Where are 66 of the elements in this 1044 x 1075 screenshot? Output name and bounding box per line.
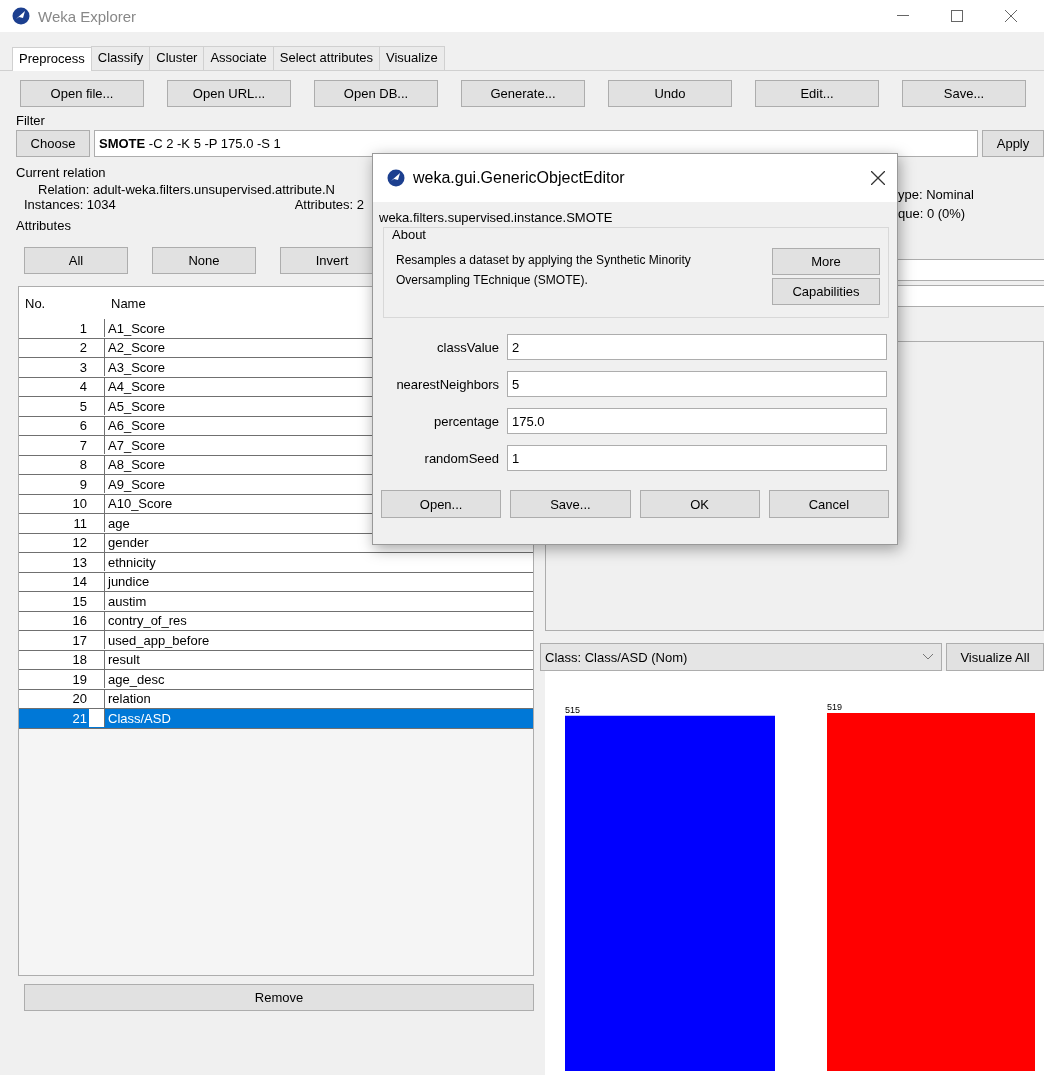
window-title: Weka Explorer xyxy=(38,7,138,25)
tab[interactable]: Visualize xyxy=(379,46,445,70)
maximize-icon[interactable] xyxy=(951,10,963,22)
group-label: Attributes xyxy=(16,218,71,235)
bar-count-label: 515 xyxy=(565,704,581,715)
close-icon[interactable] xyxy=(1005,10,1017,22)
toolbar-button[interactable]: Edit... xyxy=(755,80,879,107)
class-name-text: weka.filters.supervised.instance.SMOTE xyxy=(378,209,614,225)
attribute-row[interactable]: 18 result xyxy=(19,650,533,670)
close-icon[interactable] xyxy=(871,171,885,185)
about-button[interactable]: More xyxy=(772,248,880,275)
dialog-button[interactable]: Open... xyxy=(381,490,502,518)
choose-button[interactable]: Choose xyxy=(16,130,90,157)
property-label: nearestNeighbors xyxy=(395,376,499,392)
toolbar-button[interactable]: Open file... xyxy=(20,80,144,107)
apply-button[interactable]: Apply xyxy=(982,130,1044,157)
checkbox[interactable] xyxy=(89,709,105,728)
property-label: classValue xyxy=(436,339,499,355)
attribute-row[interactable]: 14 jundice xyxy=(19,572,533,592)
dialog-button[interactable]: OK xyxy=(639,490,760,518)
attribute-row[interactable]: 13 ethnicity xyxy=(19,553,533,573)
attribute-row[interactable]: 19 age_desc xyxy=(19,670,533,690)
group-label: Current relation xyxy=(16,165,106,182)
group-label: About xyxy=(392,227,427,242)
tab[interactable]: Preprocess xyxy=(12,47,92,71)
bird-logo-icon xyxy=(12,7,30,25)
bird-logo-icon xyxy=(387,169,405,187)
dialog-button[interactable]: Cancel xyxy=(768,490,889,518)
tab[interactable]: Select attributes xyxy=(272,46,381,70)
about-button[interactable]: Capabilities xyxy=(772,278,880,305)
chevron-down-icon xyxy=(923,654,933,660)
unique-text: que: 0 (0%) xyxy=(898,206,967,221)
toolbar-button[interactable]: Generate... xyxy=(461,80,585,107)
group-label: Filter xyxy=(16,113,45,130)
property-field[interactable]: 2 xyxy=(507,334,887,360)
minimize-icon[interactable] xyxy=(897,15,909,17)
property-field[interactable]: 1 xyxy=(507,445,887,471)
about-text: Resamples a dataset by applying the Synthetic Minority Oversampling TEchnique (SMOTE). xyxy=(396,252,692,289)
attribute-row[interactable]: 15 austim xyxy=(19,592,533,612)
toolbar-button[interactable]: Undo xyxy=(608,80,732,107)
attribute-row[interactable]: 16 contry_of_res xyxy=(19,611,533,631)
attribute-row[interactable]: 17 used_app_before xyxy=(19,631,533,651)
visualize-all-button[interactable]: Visualize All xyxy=(946,643,1044,671)
property-field[interactable]: 175.0 xyxy=(507,408,887,434)
toolbar-button[interactable]: Save... xyxy=(902,80,1026,107)
dialog-title: weka.gui.GenericObjectEditor xyxy=(413,169,626,187)
tab[interactable]: Associate xyxy=(203,46,274,70)
bar-count-label: 519 xyxy=(827,702,843,712)
attributes-count-text: Attributes: 2 xyxy=(293,197,364,212)
property-field[interactable]: 5 xyxy=(507,371,887,397)
tab[interactable]: Cluster xyxy=(149,46,205,70)
attribute-row[interactable]: 20 relation xyxy=(19,689,533,709)
class-dropdown[interactable]: Class: Class/ASD (Nom) xyxy=(540,643,942,671)
type-text: ype: Nominal xyxy=(898,187,975,202)
remove-button[interactable]: Remove xyxy=(24,984,534,1011)
select-button[interactable]: All xyxy=(24,247,128,274)
dialog-button[interactable]: Save... xyxy=(510,490,631,518)
toolbar-button[interactable]: Open DB... xyxy=(314,80,438,107)
tab[interactable]: Classify xyxy=(90,46,151,70)
attribute-row[interactable]: 21 Class/ASD xyxy=(19,709,533,729)
select-button[interactable]: None xyxy=(152,247,256,274)
filter-field[interactable]: SMOTE -C 2 -K 5 -P 175.0 -S 1 xyxy=(94,130,978,157)
toolbar-button[interactable]: Open URL... xyxy=(167,80,291,107)
instances-text: Instances: 1034 xyxy=(24,197,117,212)
relation-text: Relation: adult-weka.filters.unsupervised.attribute.N xyxy=(38,182,336,197)
column-header[interactable]: No. xyxy=(19,295,89,311)
